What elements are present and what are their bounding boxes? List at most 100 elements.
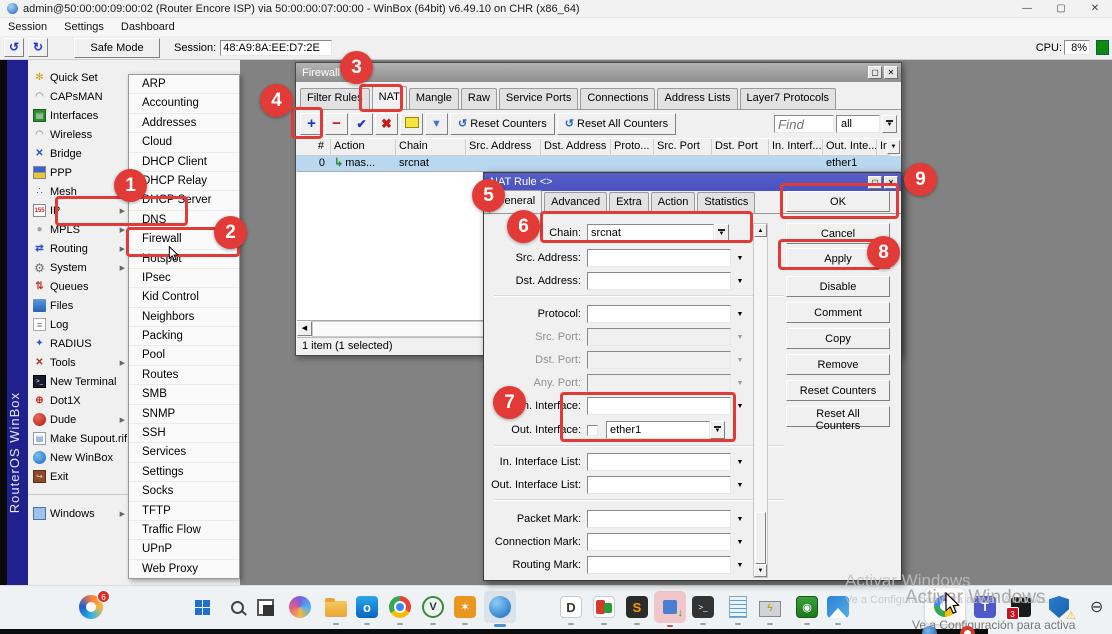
enable-icon[interactable]: ✔ <box>350 113 373 135</box>
dia-icon[interactable]: D <box>558 594 584 620</box>
sidebar-item[interactable]: Dude ▶ <box>28 410 128 429</box>
hidden-items-icon[interactable]: ⊘ <box>1084 594 1110 620</box>
firewall-titlebar[interactable]: Firewall ▢ ✕ <box>296 63 901 82</box>
submenu-item[interactable]: TFTP <box>129 502 239 521</box>
submenu-item[interactable]: Neighbors <box>129 308 239 327</box>
search-icon[interactable] <box>224 594 250 620</box>
sidebar-item[interactable]: Windows ▶ <box>28 504 128 523</box>
tab-connections[interactable]: Connections <box>580 88 655 109</box>
sidebar-item[interactable]: CAPsMAN ▶ <box>28 87 128 106</box>
column-header[interactable]: Dst. Address <box>541 139 611 156</box>
file-explorer-icon[interactable] <box>323 594 349 620</box>
table-row[interactable]: 0 ↳mas... srcnat ether1 <box>296 156 901 172</box>
submenu-item[interactable]: Addresses <box>129 114 239 133</box>
in-interface-list-input[interactable] <box>587 453 731 471</box>
filter-scope-select[interactable]: all <box>836 115 880 133</box>
tab-advanced[interactable]: Advanced <box>544 192 607 213</box>
submenu-item[interactable]: Kid Control <box>129 288 239 307</box>
sidebar-item[interactable]: Wireless ▶ <box>28 125 128 144</box>
sidebar-item[interactable]: Tools ▶ <box>28 353 128 372</box>
disable-button[interactable]: Disable <box>786 276 890 297</box>
scrollbar-thumb[interactable] <box>755 512 766 564</box>
sidebar-item[interactable]: Queues ▶ <box>28 277 128 296</box>
menu-settings[interactable]: Settings <box>64 21 104 33</box>
submenu-item[interactable]: IPsec <box>129 269 239 288</box>
browser-icon[interactable]: 6 <box>78 594 104 620</box>
column-header[interactable]: Action <box>331 139 396 156</box>
column-menu-icon[interactable]: ▼ <box>887 140 900 154</box>
submenu-item[interactable]: UPnP <box>129 540 239 559</box>
submenu-item[interactable]: Socks <box>129 482 239 501</box>
comment-button[interactable]: Comment <box>786 302 890 323</box>
column-header[interactable]: Out. Inte... <box>823 139 877 156</box>
submenu-item[interactable]: Routes <box>129 366 239 385</box>
dst-address-dropdown-icon[interactable]: ▼ <box>731 278 749 285</box>
submenu-item[interactable]: Pool <box>129 346 239 365</box>
submenu-item[interactable]: Settings <box>129 463 239 482</box>
sidebar-item[interactable]: Routing ▶ <box>28 239 128 258</box>
submenu-item[interactable]: SNMP <box>129 405 239 424</box>
sidebar-item[interactable]: Files ▶ <box>28 296 128 315</box>
sidebar-item[interactable]: Make Supout.rif ▶ <box>28 429 128 448</box>
submenu-item[interactable]: SSH <box>129 424 239 443</box>
tab-address-lists[interactable]: Address Lists <box>657 88 737 109</box>
column-header[interactable]: # <box>296 139 331 156</box>
copilot-icon[interactable] <box>287 594 313 620</box>
tab-action[interactable]: Action <box>651 192 696 213</box>
reset-counters-button[interactable]: ↺ Reset Counters <box>450 113 555 135</box>
redo-icon[interactable]: ↻ <box>28 38 48 57</box>
sidebar-item[interactable]: Log ▶ <box>28 315 128 334</box>
virtualbox-icon[interactable]: V <box>420 594 446 620</box>
scroll-left-icon[interactable]: ◀ <box>297 321 312 336</box>
connection-mark-input[interactable] <box>587 533 731 551</box>
viewer-icon[interactable]: ◉ <box>794 594 820 620</box>
minimize-button[interactable]: — <box>1010 0 1044 17</box>
tab-service-ports[interactable]: Service Ports <box>499 88 578 109</box>
sidebar-item[interactable]: Dot1X ▶ <box>28 391 128 410</box>
out-interface-list-dropdown-icon[interactable]: ▼ <box>731 482 749 489</box>
packet-mark-dropdown-icon[interactable]: ▼ <box>731 516 749 523</box>
submenu-item[interactable]: Services <box>129 443 239 462</box>
in-interface-list-dropdown-icon[interactable]: ▼ <box>731 459 749 466</box>
tab-raw[interactable]: Raw <box>461 88 497 109</box>
reset-all-counters-button[interactable]: Reset All Counters <box>786 406 890 427</box>
submenu-item[interactable]: Cloud <box>129 133 239 152</box>
menu-session[interactable]: Session <box>8 21 47 33</box>
session-input[interactable] <box>220 40 332 56</box>
disable-icon[interactable]: ✖ <box>375 113 398 135</box>
sidebar-item[interactable]: Quick Set ▶ <box>28 68 128 87</box>
sidebar-item[interactable]: System ▶ <box>28 258 128 277</box>
sidebar-item[interactable]: RADIUS ▶ <box>28 334 128 353</box>
submenu-item[interactable]: Web Proxy <box>129 560 239 578</box>
column-header[interactable]: Src. Address <box>466 139 541 156</box>
firewall-maximize-icon[interactable]: ▢ <box>868 66 882 79</box>
safe-mode-button[interactable]: Safe Mode <box>74 38 160 58</box>
packet-mark-input[interactable] <box>587 510 731 528</box>
sidebar-item[interactable]: New Terminal ▶ <box>28 372 128 391</box>
tab-mangle[interactable]: Mangle <box>409 88 459 109</box>
routing-mark-dropdown-icon[interactable]: ▼ <box>731 562 749 569</box>
outlook-icon[interactable]: o <box>354 594 380 620</box>
column-header[interactable]: Chain <box>396 139 466 156</box>
src-address-input[interactable] <box>587 249 731 267</box>
tab-layer7-protocols[interactable]: Layer7 Protocols <box>740 88 837 109</box>
vertical-scrollbar[interactable]: ▲ ▼ <box>753 223 768 578</box>
restore-button[interactable]: ▢ <box>1044 0 1078 17</box>
protocol-input[interactable] <box>587 305 731 323</box>
comment-icon[interactable] <box>400 113 423 135</box>
gns3-gui-icon[interactable] <box>591 594 617 620</box>
column-header[interactable]: Src. Port <box>654 139 712 156</box>
gns3-icon[interactable]: ✶ <box>452 594 478 620</box>
find-input[interactable] <box>774 115 834 133</box>
submenu-item[interactable]: DHCP Client <box>129 153 239 172</box>
remote-desktop-icon[interactable]: ϟ <box>757 594 783 620</box>
scroll-down-icon[interactable]: ▼ <box>754 564 767 577</box>
submenu-item[interactable]: ARP <box>129 75 239 94</box>
sidebar-item[interactable]: Exit ▶ <box>28 467 128 486</box>
terminal-icon[interactable]: >_ <box>690 594 716 620</box>
routing-mark-input[interactable] <box>587 556 731 574</box>
winbox-taskbar-icon[interactable] <box>484 591 516 623</box>
remove-button[interactable]: Remove <box>786 354 890 375</box>
notepad-icon[interactable] <box>725 594 751 620</box>
lock-app-icon[interactable] <box>654 591 686 623</box>
